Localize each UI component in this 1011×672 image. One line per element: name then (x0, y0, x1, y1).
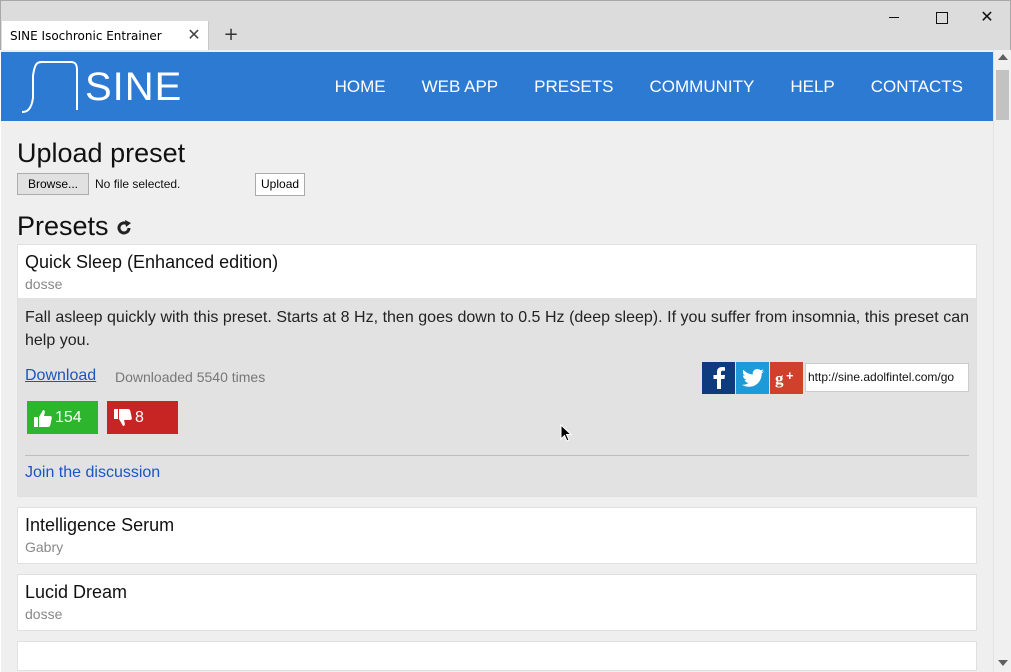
download-link[interactable]: Download (25, 367, 96, 385)
preset-actions: Download Downloaded 5540 times g + http:/… (25, 362, 969, 396)
nav-help[interactable]: HELP (790, 77, 834, 97)
join-discussion-link[interactable]: Join the discussion (25, 464, 160, 482)
divider (25, 455, 969, 456)
upload-button[interactable]: Upload (255, 172, 306, 196)
nav-presets[interactable]: PRESETS (534, 77, 613, 97)
page-viewport: SINE HOME WEB APP PRESETS COMMUNITY HELP… (1, 50, 993, 672)
page-scrollbar[interactable] (993, 50, 1011, 672)
presets-heading: Presets (17, 210, 109, 241)
svg-text:g: g (775, 369, 784, 388)
preset-card-partial[interactable] (17, 641, 977, 671)
main-content: Upload preset Browse... No file selected… (17, 138, 977, 671)
preset-title: Intelligence Serum (25, 515, 175, 535)
downvote-button[interactable]: 8 (107, 401, 178, 434)
nav-home[interactable]: HOME (335, 77, 386, 97)
twitter-icon[interactable] (736, 362, 769, 394)
preset-card: Quick Sleep (Enhanced edition) dosse Fal… (17, 244, 977, 497)
site-logo[interactable]: SINE (19, 58, 182, 116)
window-close-button[interactable]: ✕ (964, 3, 1010, 31)
download-count: Downloaded 5540 times (115, 369, 266, 385)
browser-chrome: SINE Isochronic Entrainer ✕ + ✕ (0, 0, 1011, 51)
file-status: No file selected. (95, 177, 181, 191)
sine-wave-icon (21, 60, 78, 113)
scroll-thumb[interactable] (996, 70, 1009, 120)
main-nav: HOME WEB APP PRESETS COMMUNITY HELP CONT… (299, 52, 963, 121)
preset-card[interactable]: Lucid Dream dosse (17, 574, 977, 631)
browser-tab[interactable]: SINE Isochronic Entrainer ✕ (2, 21, 209, 51)
nav-web-app[interactable]: WEB APP (422, 77, 499, 97)
preset-details: Fall asleep quickly with this preset. St… (18, 298, 976, 496)
vote-buttons: 154 8 (27, 401, 969, 434)
upload-form: Browse... No file selected. Upload (17, 172, 977, 196)
upload-heading: Upload preset (17, 138, 186, 168)
google-plus-icon[interactable]: g + (770, 362, 803, 394)
window-minimize-button[interactable] (871, 3, 917, 31)
refresh-icon[interactable] (115, 219, 133, 237)
mouse-cursor-icon (560, 424, 572, 442)
window-maximize-button[interactable] (918, 3, 964, 31)
logo-text: SINE (85, 64, 183, 109)
scroll-up-arrow-icon[interactable] (998, 54, 1008, 60)
preset-author: Gabry (25, 539, 64, 555)
tab-title: SINE Isochronic Entrainer (10, 29, 162, 43)
preset-description: Fall asleep quickly with this preset. St… (25, 309, 969, 349)
presets-header: Presets (17, 210, 977, 242)
preset-card[interactable]: Intelligence Serum Gabry (17, 507, 977, 564)
thumbs-down-icon (114, 408, 132, 426)
tab-close-icon[interactable]: ✕ (186, 26, 202, 44)
nav-community[interactable]: COMMUNITY (650, 77, 755, 97)
preset-card-header[interactable]: Intelligence Serum Gabry (18, 508, 976, 563)
share-bar: g + http://sine.adolfintel.com/go (702, 362, 969, 394)
site-header: SINE HOME WEB APP PRESETS COMMUNITY HELP… (1, 52, 993, 121)
upvote-button[interactable]: 154 (27, 401, 98, 434)
preset-card-header[interactable]: Lucid Dream dosse (18, 575, 976, 630)
preset-card-header[interactable]: Quick Sleep (Enhanced edition) dosse (18, 245, 976, 298)
facebook-icon[interactable] (702, 362, 735, 394)
nav-contacts[interactable]: CONTACTS (871, 77, 963, 97)
browse-button[interactable]: Browse... (17, 173, 90, 195)
downvote-count: 8 (135, 408, 144, 426)
preset-author: dosse (25, 606, 63, 622)
svg-text:+: + (786, 368, 794, 383)
scroll-down-arrow-icon[interactable] (998, 660, 1008, 666)
upvote-count: 154 (55, 408, 82, 426)
share-url-field[interactable]: http://sine.adolfintel.com/go (805, 363, 969, 392)
thumbs-up-icon (34, 409, 52, 427)
preset-title: Lucid Dream (25, 582, 128, 602)
preset-title: Quick Sleep (Enhanced edition) (25, 252, 279, 272)
preset-author: dosse (25, 276, 63, 292)
new-tab-button[interactable]: + (222, 24, 240, 46)
